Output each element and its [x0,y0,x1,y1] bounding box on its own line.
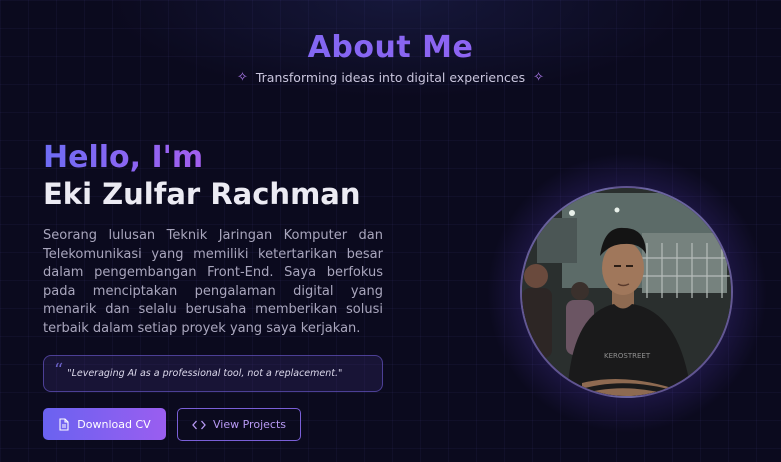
sparkle-icon: ✧ [236,70,248,85]
greeting: Hello, I'm [43,140,204,175]
download-cv-button[interactable]: Download CV [43,408,166,440]
profile-photo: KEROSTREET [520,186,733,398]
code-icon [192,420,206,429]
view-projects-button[interactable]: View Projects [177,408,301,441]
quote-text: "Leveraging AI as a professional tool, n… [67,368,343,379]
profile-name: Eki Zulfar Rachman [43,177,361,211]
section-title: About Me [0,30,781,65]
document-icon [59,417,69,431]
bio-paragraph: Seorang lulusan Teknik Jaringan Komputer… [43,228,383,336]
download-cv-label: Download CV [77,417,151,431]
quote-icon: “ [54,360,64,381]
sparkle-icon: ✧ [533,70,545,85]
section-subtitle: ✧ Transforming ideas into digital experi… [0,70,781,85]
subtitle-text: Transforming ideas into digital experien… [255,70,526,85]
quote-box: “ "Leveraging AI as a professional tool,… [43,355,383,392]
view-projects-label: View Projects [213,418,286,431]
shirt-print: KEROSTREET [604,352,651,360]
